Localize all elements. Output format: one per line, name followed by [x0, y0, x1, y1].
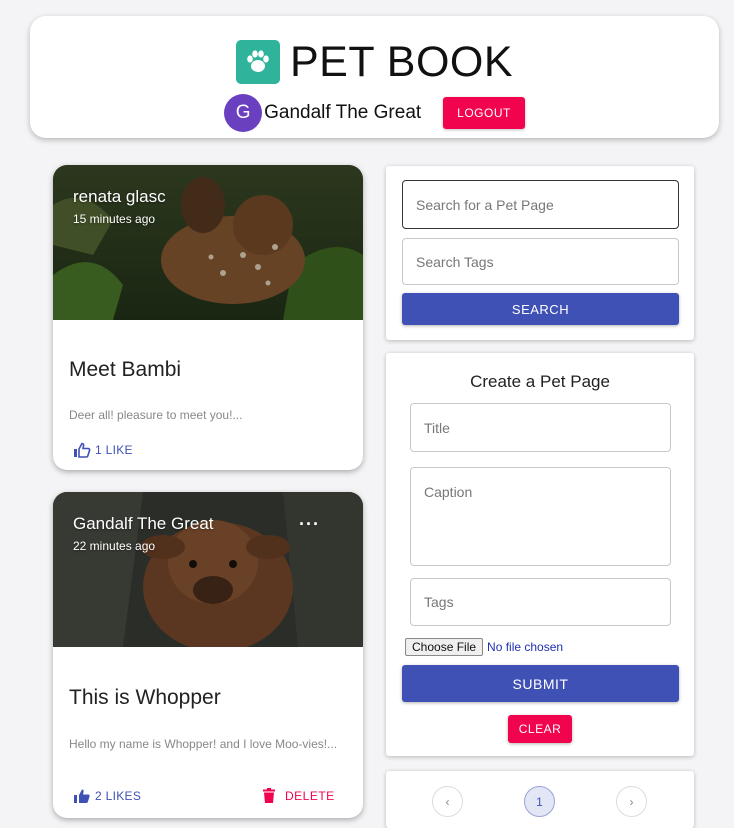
search-pet-page-input[interactable]: Search for a Pet Page — [402, 180, 679, 229]
caption-input[interactable]: Caption — [410, 467, 671, 566]
app-header: PET BOOK G Gandalf The Great LOGOUT — [30, 16, 719, 138]
clear-button[interactable]: CLEAR — [508, 715, 572, 743]
delete-button[interactable]: DELETE — [263, 788, 335, 803]
post-author: renata glasc — [73, 187, 166, 206]
search-panel: Search for a Pet Page Search Tags SEARCH — [386, 166, 694, 340]
prev-page-button[interactable]: ‹ — [432, 786, 463, 817]
tags-input[interactable]: Tags — [410, 578, 671, 626]
thumb-up-icon — [74, 789, 90, 803]
user-bar: G Gandalf The Great LOGOUT — [30, 94, 719, 132]
brand: PET BOOK — [30, 40, 719, 84]
post-title: Meet Bambi — [69, 358, 182, 381]
page-button-1[interactable]: 1 — [524, 786, 555, 817]
more-options-icon[interactable]: ··· — [299, 514, 320, 535]
post-card: Gandalf The Great 22 minutes ago ··· Thi… — [53, 492, 363, 818]
create-pet-page-panel: Create a Pet Page Title Caption Tags Cho… — [386, 353, 694, 756]
like-button[interactable]: 2 LIKES — [73, 788, 141, 804]
fawn-photo: renata glasc 15 minutes ago — [53, 165, 363, 320]
create-heading: Create a Pet Page — [470, 372, 610, 391]
like-button[interactable]: 1 LIKE — [73, 442, 133, 458]
avatar: G — [224, 94, 263, 132]
search-button[interactable]: SEARCH — [402, 293, 679, 325]
brand-title: PET BOOK — [289, 37, 514, 86]
next-page-button[interactable]: › — [616, 786, 647, 817]
trash-icon — [263, 788, 275, 803]
post-title: This is Whopper — [69, 686, 221, 709]
paw-icon — [235, 40, 280, 84]
post-card: renata glasc 15 minutes ago Meet Bambi D… — [53, 165, 363, 470]
title-input[interactable]: Title — [410, 403, 671, 452]
file-picker: Choose File No file chosen — [405, 638, 563, 656]
submit-button[interactable]: SUBMIT — [402, 665, 679, 702]
post-text: Hello my name is Whopper! and I love Moo… — [69, 737, 338, 751]
post-author: Gandalf The Great — [73, 514, 214, 533]
like-count: 2 LIKES — [95, 789, 142, 803]
post-text: Deer all! pleasure to meet you!... — [69, 408, 243, 422]
post-time: 22 minutes ago — [73, 539, 156, 553]
thumb-up-outline-icon — [74, 442, 91, 458]
like-count: 1 LIKE — [95, 443, 133, 457]
user-name: Gandalf The Great — [264, 102, 422, 123]
choose-file-button[interactable]: Choose File — [405, 638, 484, 656]
logout-button[interactable]: LOGOUT — [443, 97, 525, 129]
file-status: No file chosen — [487, 640, 564, 654]
delete-label: DELETE — [285, 788, 335, 803]
search-tags-input[interactable]: Search Tags — [402, 238, 679, 285]
post-time: 15 minutes ago — [73, 212, 156, 226]
calf-photo: Gandalf The Great 22 minutes ago ··· — [53, 492, 363, 647]
pagination: ‹ 1 › — [386, 771, 694, 828]
